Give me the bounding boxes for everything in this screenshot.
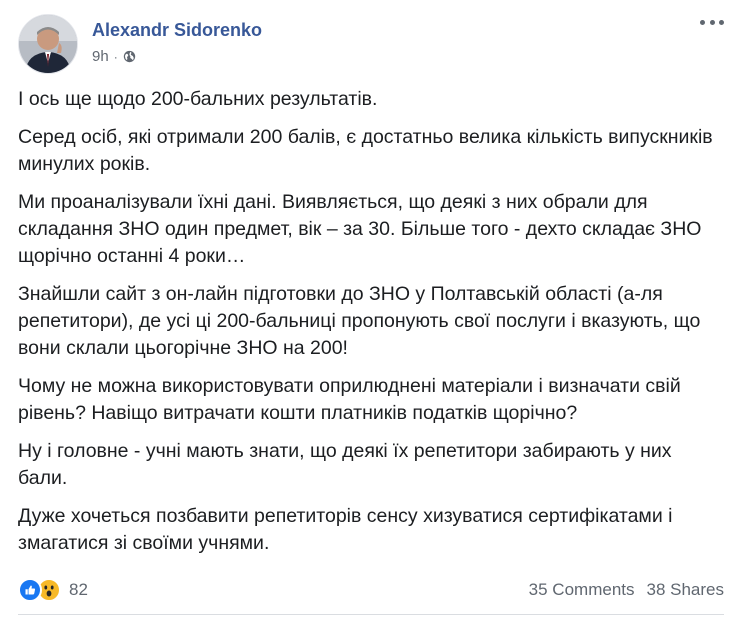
post-paragraph: Чому не можна використовувати оприлюднен…	[18, 375, 681, 424]
more-dot-icon	[719, 19, 724, 25]
comments-link[interactable]: 35 Comments	[529, 580, 635, 600]
more-dot-icon	[709, 19, 715, 25]
like-icon	[18, 578, 42, 602]
post-timestamp[interactable]: 9h	[92, 48, 109, 65]
post-paragraph: Дуже хочеться позбавити репетиторів сенс…	[18, 505, 673, 554]
avatar-photo	[19, 15, 77, 73]
post-footer: 82 35 Comments 38 Shares	[18, 575, 724, 605]
post-options-menu[interactable]	[700, 10, 724, 34]
post-paragraph: Ми проаналізували їхні дані. Виявляється…	[18, 191, 702, 267]
author-name[interactable]: Alexandr Sidorenko	[92, 20, 262, 41]
shares-link[interactable]: 38 Shares	[647, 580, 725, 600]
post-paragraph: Знайшли сайт з он-лайн підготовки до ЗНО…	[18, 283, 701, 359]
meta-separator: ·	[113, 49, 118, 64]
footer-divider	[18, 614, 724, 615]
more-dot-icon	[700, 19, 705, 25]
reaction-count: 82	[69, 580, 88, 599]
avatar[interactable]	[18, 14, 78, 74]
engagement-stats: 35 Comments 38 Shares	[529, 580, 724, 600]
post-paragraph: І ось ще щодо 200-бальних результатів.	[18, 88, 378, 110]
post-paragraph: Серед осіб, які отримали 200 балів, є до…	[18, 126, 713, 175]
post-paragraph: Ну і головне - учні мають знати, що деяк…	[18, 440, 672, 489]
globe-icon[interactable]	[123, 50, 136, 63]
post-body: І ось ще щодо 200-бальних результатів. С…	[18, 86, 724, 568]
post-meta: 9h ·	[92, 48, 136, 65]
facebook-post: Alexandr Sidorenko 9h · І ось ще щодо 20…	[0, 0, 740, 622]
reactions-summary[interactable]: 82	[18, 578, 88, 602]
